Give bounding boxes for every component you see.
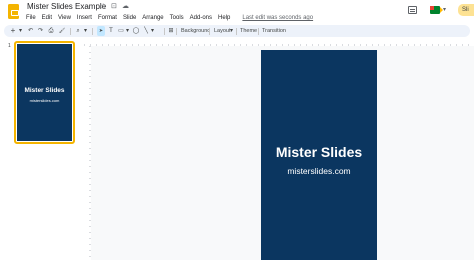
menu-view[interactable]: View (58, 15, 71, 21)
thumbnail-subtitle: misterslides.com (29, 98, 60, 103)
toolbar: + ▾ ↶ ↷ ⎙ 🖌 ⌕ ▾ ➤ T ▭ ▾ ◯ ╲ ▾ ⊞ Backgrou… (4, 25, 470, 37)
current-slide[interactable]: Mister Slides misterslides.com (261, 50, 377, 260)
line-icon[interactable]: ╲ (142, 25, 150, 37)
chevron-down-icon[interactable]: ▾ (18, 25, 23, 37)
select-tool-icon[interactable]: ➤ (97, 25, 105, 37)
menu-format[interactable]: Format (98, 15, 117, 21)
comment-history-icon[interactable] (408, 6, 417, 14)
background-button[interactable]: Background (179, 26, 212, 36)
vertical-ruler[interactable] (84, 46, 91, 260)
slide-subtitle[interactable]: misterslides.com (261, 166, 377, 176)
toolbar-divider (209, 28, 210, 35)
toolbar-divider (92, 28, 93, 35)
menu-edit[interactable]: Edit (42, 15, 52, 21)
slide-thumbnail[interactable]: Mister Slides misterslides.com (17, 44, 72, 141)
chevron-down-icon[interactable]: ▾ (125, 25, 130, 37)
toolbar-divider (176, 28, 177, 35)
menu-add-ons[interactable]: Add-ons (190, 15, 212, 21)
menu-help[interactable]: Help (218, 15, 230, 21)
print-icon[interactable]: ⎙ (47, 25, 55, 37)
slides-app: Mister Slides Example ☆ ⊡ ☁ File Edit Vi… (0, 0, 474, 260)
title-bar: Mister Slides Example ☆ ⊡ ☁ File Edit Vi… (0, 0, 474, 24)
text-box-icon[interactable]: T (107, 25, 115, 37)
image-icon[interactable]: ▭ (117, 25, 125, 37)
toolbar-divider (164, 28, 165, 35)
chevron-down-icon[interactable]: ▾ (150, 25, 155, 37)
menu-tools[interactable]: Tools (170, 15, 184, 21)
toolbar-divider (70, 28, 71, 35)
menu-arrange[interactable]: Arrange (142, 15, 163, 21)
new-slide-icon[interactable]: + (10, 25, 16, 37)
chevron-down-icon[interactable]: ▾ (443, 6, 446, 13)
toolbar-divider (258, 28, 259, 35)
meet-icon[interactable] (430, 6, 443, 14)
document-title[interactable]: Mister Slides Example (27, 2, 106, 11)
shape-icon[interactable]: ◯ (132, 25, 140, 37)
star-icon[interactable]: ☆ (100, 2, 106, 12)
menu-insert[interactable]: Insert (77, 15, 92, 21)
transition-button[interactable]: Transition (260, 26, 288, 36)
theme-button[interactable]: Theme (238, 26, 259, 36)
undo-icon[interactable]: ↶ (27, 25, 34, 37)
slides-logo-icon[interactable] (8, 4, 19, 19)
horizontal-ruler[interactable] (84, 39, 474, 46)
menu-slide[interactable]: Slide (123, 15, 136, 21)
cloud-status-icon[interactable]: ☁ (122, 2, 129, 12)
chevron-down-icon[interactable]: ▾ (229, 25, 234, 37)
slide-title[interactable]: Mister Slides (261, 144, 377, 160)
slideshow-button[interactable]: Sli (458, 4, 474, 16)
redo-icon[interactable]: ↷ (37, 25, 44, 37)
move-folder-icon[interactable]: ⊡ (111, 2, 117, 12)
add-comment-icon[interactable]: ⊞ (168, 25, 174, 37)
toolbar-divider (236, 28, 237, 35)
last-edit-link[interactable]: Last edit was seconds ago (242, 15, 313, 21)
zoom-icon[interactable]: ⌕ (74, 25, 82, 37)
menu-file[interactable]: File (26, 15, 36, 21)
chevron-down-icon[interactable]: ▾ (83, 25, 88, 37)
thumbnail-title: Mister Slides (24, 87, 65, 94)
slide-number: 1 (8, 43, 11, 49)
menu-bar: File Edit View Insert Format Slide Arran… (26, 13, 313, 23)
paint-format-icon[interactable]: 🖌 (58, 25, 66, 37)
